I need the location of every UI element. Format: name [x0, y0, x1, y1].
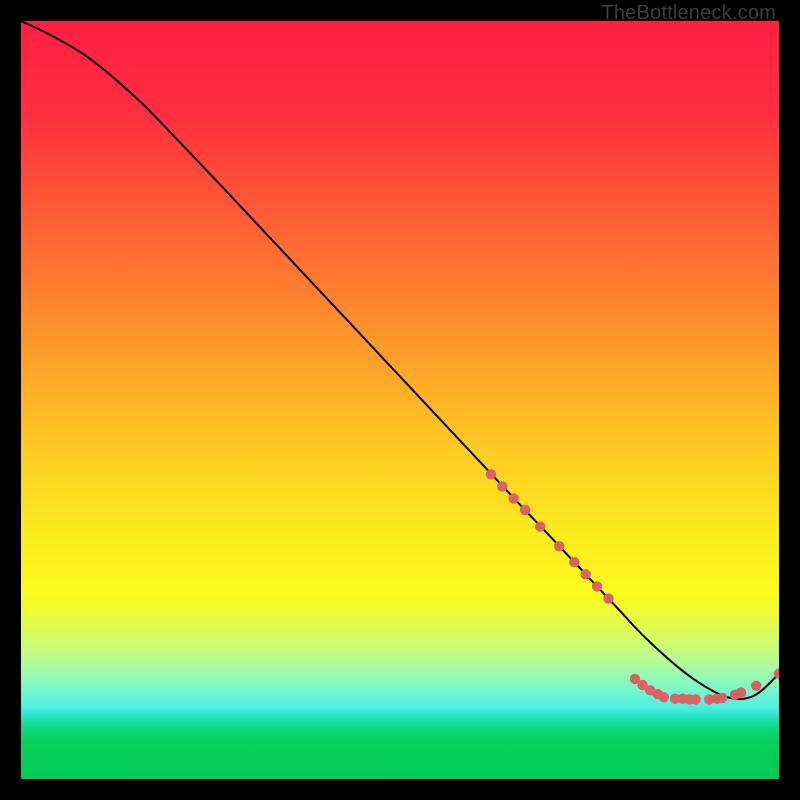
- data-marker: [486, 469, 496, 479]
- watermark-text: TheBottleneck.com: [601, 2, 776, 25]
- data-marker: [717, 693, 727, 703]
- data-marker: [535, 521, 545, 531]
- data-marker: [569, 557, 579, 567]
- data-marker: [497, 481, 507, 491]
- bottleneck-curve: [21, 21, 779, 699]
- data-marker: [592, 581, 602, 591]
- data-marker: [581, 569, 591, 579]
- plot-area: [21, 21, 779, 779]
- curve-layer: [21, 21, 779, 779]
- data-marker: [751, 681, 761, 691]
- data-marker: [736, 687, 746, 697]
- data-marker: [690, 694, 700, 704]
- data-marker: [509, 493, 519, 503]
- data-marker: [603, 593, 613, 603]
- data-marker: [520, 505, 530, 515]
- data-marker: [554, 541, 564, 551]
- data-marker: [659, 692, 669, 702]
- chart-stage: TheBottleneck.com: [0, 0, 800, 800]
